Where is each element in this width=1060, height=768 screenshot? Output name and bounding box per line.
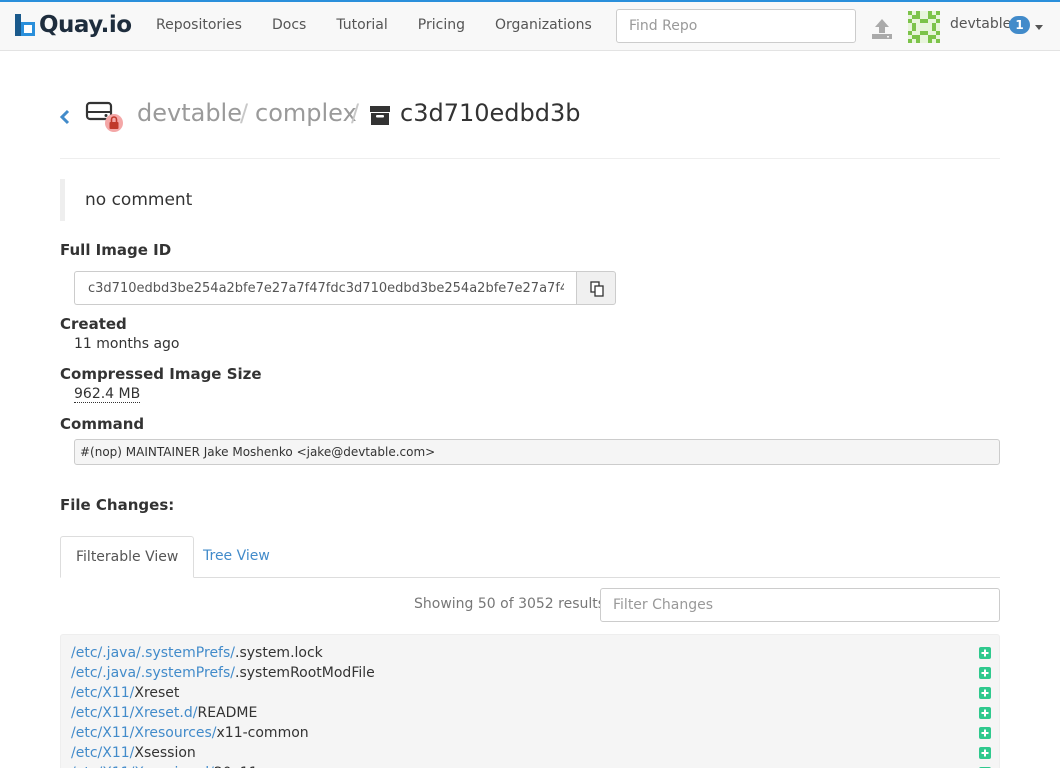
page-title: c3d710edbd3b: [400, 99, 581, 127]
file-name: .systemRootModFile: [235, 665, 375, 681]
added-icon: [979, 727, 991, 739]
breadcrumb-separator: /: [240, 99, 249, 127]
nav-repositories[interactable]: Repositories: [141, 2, 257, 50]
navbar: Quay.io Repositories Docs Tutorial Prici…: [0, 2, 1060, 51]
command-value: #(nop) MAINTAINER Jake Moshenko <jake@de…: [74, 439, 1000, 465]
nav-tutorial[interactable]: Tutorial: [321, 2, 402, 50]
nav-organizations[interactable]: Organizations: [480, 2, 607, 50]
added-icon: [979, 707, 991, 719]
file-name: x11-common: [216, 725, 309, 741]
size-label: Compressed Image Size: [60, 365, 262, 383]
file-change-row: /etc/X11/Xsession.d/20x11-common_process…: [71, 763, 991, 768]
file-change-row: /etc/.java/.systemPrefs/.system.lock: [71, 643, 991, 663]
full-id-field[interactable]: [74, 271, 577, 305]
file-change-row: /etc/X11/Xresources/x11-common: [71, 723, 991, 743]
copy-button[interactable]: [576, 271, 616, 305]
brand-name: Quay.io: [39, 12, 132, 38]
file-changes-list: /etc/.java/.systemPrefs/.system.lock/etc…: [60, 634, 1000, 768]
added-icon: [979, 667, 991, 679]
file-dir-link[interactable]: /etc/X11/: [71, 685, 134, 701]
breadcrumb-namespace[interactable]: devtable: [137, 99, 242, 127]
caret-down-icon[interactable]: [1035, 25, 1043, 30]
back-chevron-icon[interactable]: [58, 108, 72, 126]
file-dir-link[interactable]: /etc/X11/Xreset.d/: [71, 705, 197, 721]
full-id-group: [74, 271, 616, 305]
file-change-row: /etc/X11/Xreset.d/README: [71, 703, 991, 723]
file-name: README: [197, 705, 258, 721]
user-name[interactable]: devtable: [950, 16, 1011, 32]
file-dir-link[interactable]: /etc/X11/: [71, 745, 134, 761]
command-label: Command: [60, 415, 145, 433]
tab-tree-view[interactable]: Tree View: [188, 536, 285, 578]
created-label: Created: [60, 315, 127, 333]
find-repo-input[interactable]: [616, 9, 856, 43]
file-dir-link[interactable]: /etc/X11/Xresources/: [71, 725, 217, 741]
nav-docs[interactable]: Docs: [257, 2, 321, 50]
notification-badge[interactable]: 1: [1009, 16, 1030, 34]
full-id-label: Full Image ID: [60, 241, 172, 259]
quay-logo-icon: [15, 14, 35, 36]
size-value: 962.4 MB: [74, 386, 141, 403]
file-name: Xsession: [134, 745, 196, 761]
nav-pricing[interactable]: Pricing: [403, 2, 480, 50]
private-repo-icon: [85, 101, 123, 132]
tab-filterable-view[interactable]: Filterable View: [60, 536, 195, 578]
view-tabs: Filterable View Tree View: [60, 536, 1000, 578]
upload-icon[interactable]: [870, 16, 894, 40]
added-icon: [979, 647, 991, 659]
breadcrumb-separator: /: [351, 99, 360, 127]
breadcrumb-repository[interactable]: complex: [255, 99, 357, 127]
file-changes-title: File Changes:: [60, 496, 175, 514]
results-count: Showing 50 of 3052 results: [414, 596, 606, 612]
file-change-row: /etc/.java/.systemPrefs/.systemRootModFi…: [71, 663, 991, 683]
file-change-row: /etc/X11/Xsession: [71, 743, 991, 763]
created-value: 11 months ago: [74, 336, 180, 352]
filter-changes-input[interactable]: [600, 588, 1000, 622]
file-name: Xreset: [134, 685, 180, 701]
added-icon: [979, 747, 991, 759]
file-change-row: /etc/X11/Xreset: [71, 683, 991, 703]
archive-icon: [370, 106, 390, 125]
file-dir-link[interactable]: /etc/.java/.systemPrefs/: [71, 645, 235, 661]
image-comment: no comment: [60, 179, 1000, 221]
brand-logo[interactable]: Quay.io: [15, 11, 132, 39]
user-avatar[interactable]: [908, 11, 940, 43]
nav-links: Repositories Docs Tutorial Pricing Organ…: [141, 2, 607, 50]
file-name: .system.lock: [235, 645, 323, 661]
copy-icon: [590, 281, 604, 297]
added-icon: [979, 687, 991, 699]
file-dir-link[interactable]: /etc/.java/.systemPrefs/: [71, 665, 235, 681]
header-divider: [60, 158, 1000, 159]
